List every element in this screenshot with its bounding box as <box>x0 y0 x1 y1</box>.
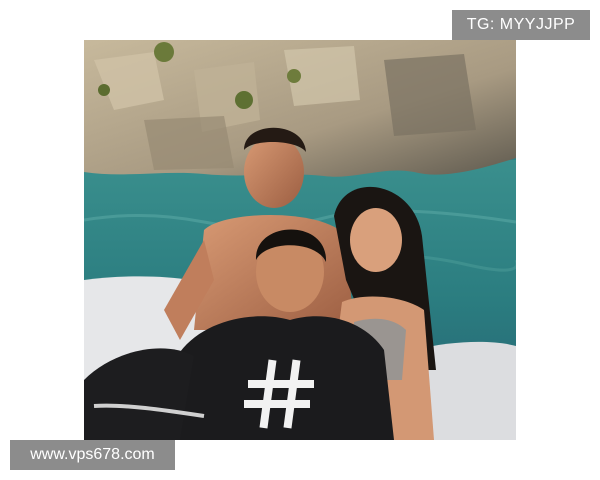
watermark-top-right: TG: MYYJJPP <box>452 10 590 40</box>
page: TG: MYYJJPP www.vps678.com <box>0 0 600 480</box>
photo-illustration <box>84 40 516 440</box>
photo <box>84 40 516 440</box>
woman-head <box>350 208 402 272</box>
man-head <box>244 136 304 208</box>
watermark-bottom-left: www.vps678.com <box>10 440 175 470</box>
boy-shirt <box>164 316 394 440</box>
